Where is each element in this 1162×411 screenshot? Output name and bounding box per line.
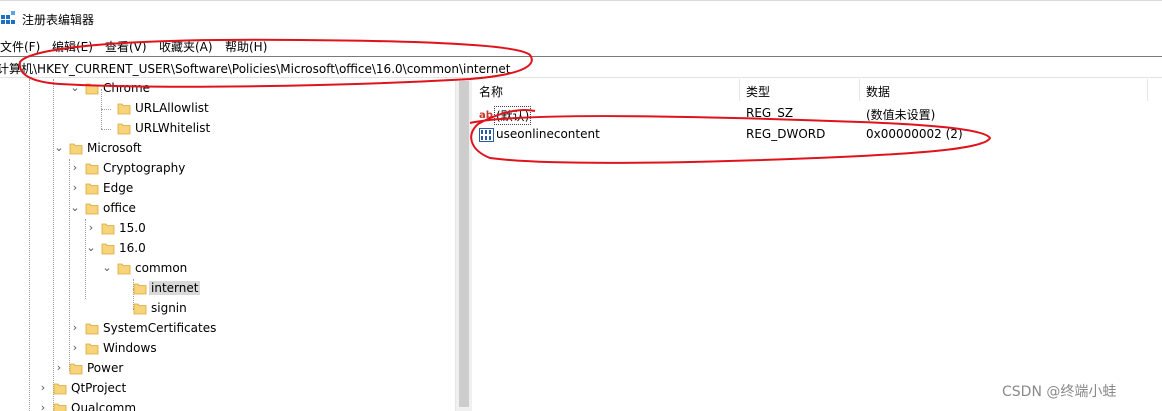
values-list[interactable]: 名称 类型 数据 ab (默认) REG_SZ (数值未设置) useonlin… [473, 79, 1162, 411]
tree-item-label[interactable]: Chrome [101, 81, 152, 95]
tree-leaf [117, 281, 129, 295]
value-data: (数值未设置) [866, 108, 936, 122]
folder-icon [133, 283, 147, 295]
tree-item[interactable]: ⌄ Microsoft [0, 139, 455, 159]
menu-favorites[interactable]: 收藏夹(A) [159, 38, 213, 55]
tree-item-label[interactable]: 16.0 [117, 241, 148, 255]
tree-item[interactable]: ⌄ office [0, 199, 455, 219]
tree-item[interactable]: URLWhitelist [0, 119, 455, 139]
tree-item[interactable]: ⌄ 16.0 [0, 239, 455, 259]
tree-item-label[interactable]: SystemCertificates [101, 321, 218, 335]
tree-item[interactable]: › SystemCertificates [0, 319, 455, 339]
folder-icon [53, 383, 67, 395]
tree-item-label[interactable]: Qualcomm [69, 401, 138, 411]
value-data: 0x00000002 (2) [866, 127, 963, 141]
binary-value-icon [479, 128, 494, 142]
tree-item-label[interactable]: 15.0 [117, 221, 148, 235]
folder-icon [69, 143, 83, 155]
column-header-name[interactable]: 名称 [473, 79, 740, 101]
tree-item[interactable]: internet [0, 279, 455, 299]
tree-item[interactable]: › Power [0, 359, 455, 379]
collapse-chevron-icon[interactable]: ⌄ [101, 261, 113, 275]
tree-item-label[interactable]: signin [149, 301, 189, 315]
menu-bar: 文件(F) 编辑(E) 查看(V) 收藏夹(A) 帮助(H) [0, 36, 1162, 56]
watermark: CSDN @终端小蛙 [1002, 384, 1117, 400]
tree-item[interactable]: › 15.0 [0, 219, 455, 239]
menu-edit[interactable]: 编辑(E) [52, 38, 93, 55]
tree-item-label[interactable]: Cryptography [101, 161, 187, 175]
folder-icon [101, 243, 115, 255]
collapse-chevron-icon[interactable]: ⌄ [85, 241, 97, 255]
folder-icon [85, 83, 99, 95]
column-header-type[interactable]: 类型 [740, 79, 860, 101]
folder-icon [85, 183, 99, 195]
address-path[interactable]: 计算机\HKEY_CURRENT_USER\Software\Policies\… [0, 60, 510, 77]
tree-item[interactable]: ⌄ Chrome [0, 79, 455, 99]
tree-item[interactable]: URLAllowlist [0, 99, 455, 119]
expand-chevron-icon[interactable]: › [69, 161, 81, 175]
window-title: 注册表编辑器 [22, 13, 95, 27]
collapse-chevron-icon[interactable]: ⌄ [53, 141, 65, 155]
value-type: REG_SZ [746, 106, 794, 120]
tree-leaf [101, 121, 113, 135]
tree-item[interactable]: › QtProject [0, 379, 455, 399]
value-type: REG_DWORD [746, 127, 826, 141]
tree-item-label[interactable]: Power [85, 361, 125, 375]
expand-chevron-icon[interactable]: › [69, 321, 81, 335]
tree-item-label[interactable]: QtProject [69, 381, 128, 395]
value-name[interactable]: useonlinecontent [496, 127, 600, 141]
collapse-chevron-icon[interactable]: ⌄ [69, 201, 81, 215]
string-value-icon: ab [479, 107, 494, 121]
tree-leaf [101, 101, 113, 115]
tree-item[interactable]: ⌄ common [0, 259, 455, 279]
tree-leaf [117, 301, 129, 315]
collapse-chevron-icon[interactable]: ⌄ [69, 81, 81, 95]
svg-text:ab: ab [479, 110, 493, 121]
folder-icon [85, 163, 99, 175]
tree-item[interactable]: signin [0, 299, 455, 319]
tree-scrollbar[interactable] [455, 79, 472, 411]
folder-icon [133, 303, 147, 315]
expand-chevron-icon[interactable]: › [53, 361, 65, 375]
tree-item-label[interactable]: internet [149, 281, 201, 295]
tree-scrollbar-thumb[interactable] [459, 81, 469, 407]
value-row[interactable]: ab (默认) REG_SZ (数值未设置) [473, 104, 1162, 125]
tree-item-label[interactable]: office [101, 201, 138, 215]
tree-item[interactable]: › Edge [0, 179, 455, 199]
registry-tree[interactable]: ⌄ Chrome URLAllowlist URLWhitelist ⌄ Microsof… [0, 79, 455, 411]
tree-item[interactable]: › Cryptography [0, 159, 455, 179]
folder-icon [85, 343, 99, 355]
value-row[interactable]: useonlinecontent REG_DWORD 0x00000002 (2… [473, 125, 1162, 145]
expand-chevron-icon[interactable]: › [85, 221, 97, 235]
tree-item-label[interactable]: URLAllowlist [133, 101, 211, 115]
tree-item[interactable]: › Qualcomm [0, 399, 455, 411]
folder-icon [117, 103, 131, 115]
tree-item-label[interactable]: Windows [101, 341, 159, 355]
menu-view[interactable]: 查看(V) [105, 38, 147, 55]
folder-icon [85, 203, 99, 215]
column-header-data[interactable]: 数据 [860, 79, 1148, 101]
menu-help[interactable]: 帮助(H) [225, 38, 267, 55]
tree-item-label[interactable]: common [133, 261, 189, 275]
tree-item-label[interactable]: URLWhitelist [133, 121, 212, 135]
folder-icon [101, 223, 115, 235]
regedit-app-icon [1, 11, 15, 24]
expand-chevron-icon[interactable]: › [37, 381, 49, 395]
address-bar[interactable]: 计算机\HKEY_CURRENT_USER\Software\Policies\… [0, 56, 1162, 78]
folder-icon [69, 363, 83, 375]
value-name[interactable]: (默认) [494, 106, 532, 125]
menu-file[interactable]: 文件(F) [0, 38, 40, 55]
expand-chevron-icon[interactable]: › [69, 341, 81, 355]
tree-item-label[interactable]: Microsoft [85, 141, 144, 155]
title-bar: 注册表编辑器 [0, 0, 1162, 36]
expand-chevron-icon[interactable]: › [37, 401, 49, 411]
folder-icon [85, 323, 99, 335]
folder-icon [117, 123, 131, 135]
folder-icon [117, 263, 131, 275]
tree-item-label[interactable]: Edge [101, 181, 135, 195]
folder-icon [53, 403, 67, 411]
tree-item[interactable]: › Windows [0, 339, 455, 359]
expand-chevron-icon[interactable]: › [69, 181, 81, 195]
